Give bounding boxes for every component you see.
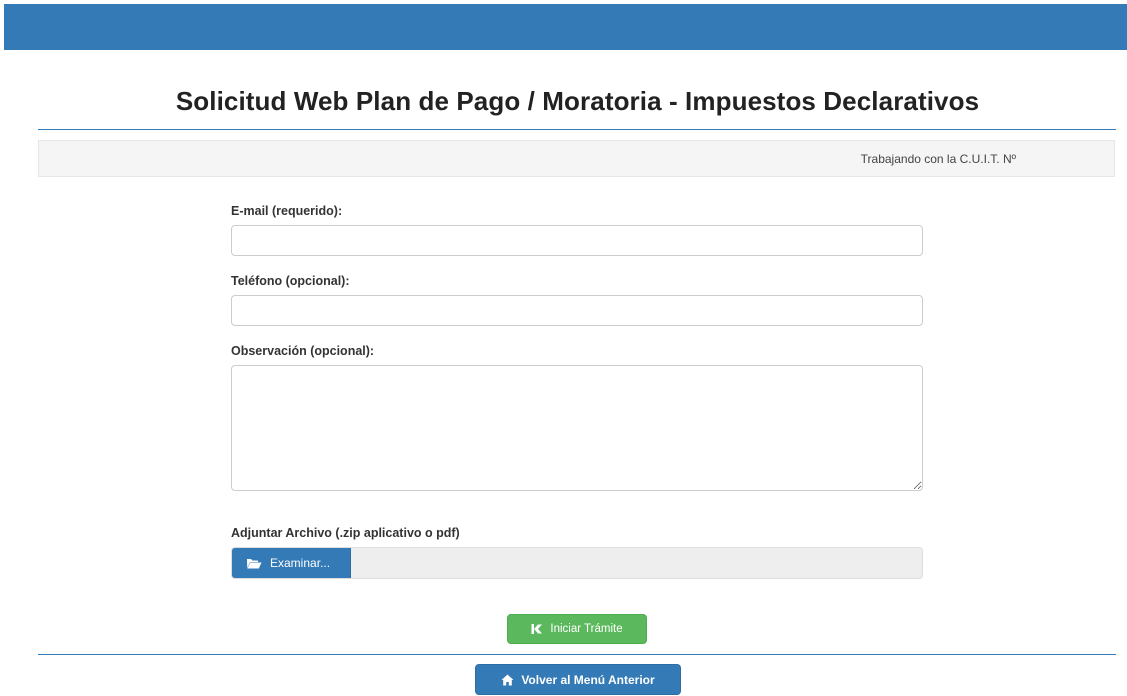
phone-input[interactable]: [231, 295, 923, 326]
cuit-info-bar: Trabajando con la C.U.I.T. Nº: [38, 140, 1115, 177]
top-navbar: [4, 4, 1127, 50]
attach-file-label: Adjuntar Archivo (.zip aplicativo o pdf): [231, 526, 460, 540]
back-to-menu-label: Volver al Menú Anterior: [521, 672, 655, 687]
start-process-label: Iniciar Trámite: [550, 623, 623, 635]
start-process-icon: [531, 623, 543, 635]
email-input[interactable]: [231, 225, 923, 256]
cuit-info-text: Trabajando con la C.U.I.T. Nº: [860, 152, 1016, 166]
browse-button-label: Examinar...: [270, 556, 331, 570]
page-title: Solicitud Web Plan de Pago / Moratoria -…: [175, 86, 980, 116]
footer-divider: [38, 654, 1116, 655]
title-divider: [38, 129, 1116, 130]
home-icon: [501, 674, 514, 686]
observation-label: Observación (opcional):: [231, 344, 375, 358]
phone-label: Teléfono (opcional):: [231, 274, 350, 288]
back-to-menu-button[interactable]: Volver al Menú Anterior: [475, 664, 681, 695]
email-label: E-mail (requerido):: [231, 204, 343, 218]
start-process-button[interactable]: Iniciar Trámite: [507, 614, 647, 644]
browse-button[interactable]: Examinar...: [232, 548, 351, 578]
file-input-group[interactable]: Examinar...: [231, 547, 923, 579]
folder-open-icon: [246, 557, 262, 569]
observation-textarea[interactable]: [231, 365, 923, 491]
page: Solicitud Web Plan de Pago / Moratoria -…: [0, 0, 1127, 696]
